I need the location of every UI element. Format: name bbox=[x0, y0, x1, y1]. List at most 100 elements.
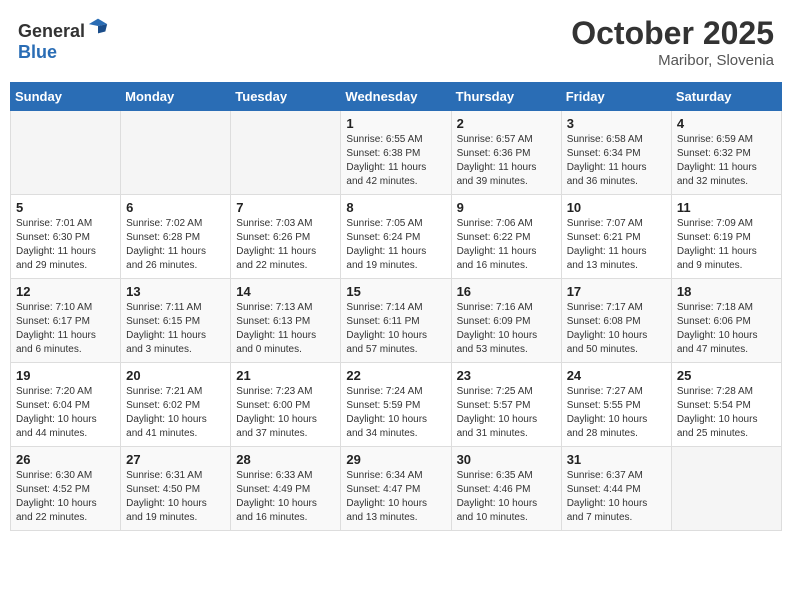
day-number: 20 bbox=[126, 368, 225, 383]
weekday-header-wednesday: Wednesday bbox=[341, 83, 451, 111]
week-row-2: 5 Sunrise: 7:01 AM Sunset: 6:30 PM Daylig… bbox=[11, 195, 782, 279]
day-info: Sunrise: 6:34 AM Sunset: 4:47 PM Dayligh… bbox=[346, 469, 445, 525]
day-number: 3 bbox=[567, 116, 666, 131]
week-row-5: 26Sunrise: 6:30 AM Sunset: 4:52 PM Dayli… bbox=[11, 447, 782, 531]
logo-general: General bbox=[18, 21, 85, 41]
day-info: Sunrise: 6:35 AM Sunset: 4:46 PM Dayligh… bbox=[457, 469, 556, 525]
day-info: Sunrise: 6:37 AM Sunset: 4:44 PM Dayligh… bbox=[567, 469, 666, 525]
day-number: 14 bbox=[236, 284, 335, 299]
day-number: 2 bbox=[457, 116, 556, 131]
week-row-3: 12 Sunrise: 7:10 AM Sunset: 6:17 PM Dayli… bbox=[11, 279, 782, 363]
day-info: Sunrise: 6:31 AM Sunset: 4:50 PM Dayligh… bbox=[126, 469, 225, 525]
month-title: October 2025 bbox=[571, 15, 774, 52]
day-info: Sunrise: 7:02 AM Sunset: 6:28 PM Dayligh… bbox=[126, 217, 225, 273]
day-info: Sunrise: 7:27 AM Sunset: 5:55 PM Dayligh… bbox=[567, 385, 666, 441]
calendar-cell: 24 Sunrise: 7:27 AM Sunset: 5:55 PM Dayli… bbox=[561, 363, 671, 447]
calendar-cell: 22Sunrise: 7:24 AM Sunset: 5:59 PM Dayli… bbox=[341, 363, 451, 447]
day-number: 25 bbox=[677, 368, 776, 383]
calendar-cell: 15 Sunrise: 7:14 AM Sunset: 6:11 PM Dayli… bbox=[341, 279, 451, 363]
calendar-cell bbox=[671, 447, 781, 531]
day-number: 4 bbox=[677, 116, 776, 131]
day-number: 26 bbox=[16, 452, 115, 467]
calendar-cell: 27Sunrise: 6:31 AM Sunset: 4:50 PM Dayli… bbox=[121, 447, 231, 531]
day-info: Sunrise: 6:58 AM Sunset: 6:34 PM Dayligh… bbox=[567, 133, 666, 189]
day-number: 5 bbox=[16, 200, 115, 215]
calendar-cell: 7 Sunrise: 7:03 AM Sunset: 6:26 PM Daylig… bbox=[231, 195, 341, 279]
calendar-cell: 25 Sunrise: 7:28 AM Sunset: 5:54 PM Dayli… bbox=[671, 363, 781, 447]
day-info: Sunrise: 7:03 AM Sunset: 6:26 PM Dayligh… bbox=[236, 217, 335, 273]
day-info: Sunrise: 7:14 AM Sunset: 6:11 PM Dayligh… bbox=[346, 301, 445, 357]
calendar-cell: 1Sunrise: 6:55 AM Sunset: 6:38 PM Daylig… bbox=[341, 111, 451, 195]
location-title: Maribor, Slovenia bbox=[571, 52, 774, 69]
day-number: 23 bbox=[457, 368, 556, 383]
calendar-cell: 17 Sunrise: 7:17 AM Sunset: 6:08 PM Dayli… bbox=[561, 279, 671, 363]
day-info: Sunrise: 7:06 AM Sunset: 6:22 PM Dayligh… bbox=[457, 217, 556, 273]
day-number: 7 bbox=[236, 200, 335, 215]
calendar-cell: 10Sunrise: 7:07 AM Sunset: 6:21 PM Dayli… bbox=[561, 195, 671, 279]
calendar-cell: 5 Sunrise: 7:01 AM Sunset: 6:30 PM Daylig… bbox=[11, 195, 121, 279]
day-info: Sunrise: 7:01 AM Sunset: 6:30 PM Dayligh… bbox=[16, 217, 115, 273]
day-info: Sunrise: 7:20 AM Sunset: 6:04 PM Dayligh… bbox=[16, 385, 115, 441]
calendar-cell: 14 Sunrise: 7:13 AM Sunset: 6:13 PM Dayli… bbox=[231, 279, 341, 363]
day-number: 12 bbox=[16, 284, 115, 299]
calendar-cell: 20Sunrise: 7:21 AM Sunset: 6:02 PM Dayli… bbox=[121, 363, 231, 447]
day-info: Sunrise: 6:33 AM Sunset: 4:49 PM Dayligh… bbox=[236, 469, 335, 525]
logo: General Blue bbox=[18, 15, 109, 63]
day-number: 29 bbox=[346, 452, 445, 467]
day-info: Sunrise: 6:55 AM Sunset: 6:38 PM Dayligh… bbox=[346, 133, 445, 189]
calendar-cell: 12 Sunrise: 7:10 AM Sunset: 6:17 PM Dayli… bbox=[11, 279, 121, 363]
day-info: Sunrise: 7:05 AM Sunset: 6:24 PM Dayligh… bbox=[346, 217, 445, 273]
day-number: 18 bbox=[677, 284, 776, 299]
weekday-header-tuesday: Tuesday bbox=[231, 83, 341, 111]
calendar-cell: 31 Sunrise: 6:37 AM Sunset: 4:44 PM Dayli… bbox=[561, 447, 671, 531]
day-number: 17 bbox=[567, 284, 666, 299]
day-info: Sunrise: 7:10 AM Sunset: 6:17 PM Dayligh… bbox=[16, 301, 115, 357]
day-info: Sunrise: 7:11 AM Sunset: 6:15 PM Dayligh… bbox=[126, 301, 225, 357]
day-number: 21 bbox=[236, 368, 335, 383]
calendar-cell: 6 Sunrise: 7:02 AM Sunset: 6:28 PM Daylig… bbox=[121, 195, 231, 279]
day-info: Sunrise: 7:18 AM Sunset: 6:06 PM Dayligh… bbox=[677, 301, 776, 357]
calendar-cell: 16Sunrise: 7:16 AM Sunset: 6:09 PM Dayli… bbox=[451, 279, 561, 363]
week-row-1: 1Sunrise: 6:55 AM Sunset: 6:38 PM Daylig… bbox=[11, 111, 782, 195]
weekday-header-friday: Friday bbox=[561, 83, 671, 111]
day-number: 10 bbox=[567, 200, 666, 215]
day-number: 31 bbox=[567, 452, 666, 467]
day-number: 15 bbox=[346, 284, 445, 299]
calendar-cell: 21Sunrise: 7:23 AM Sunset: 6:00 PM Dayli… bbox=[231, 363, 341, 447]
logo-blue: Blue bbox=[18, 42, 57, 62]
day-number: 28 bbox=[236, 452, 335, 467]
logo-bird-icon bbox=[87, 15, 109, 37]
calendar-table: SundayMondayTuesdayWednesdayThursdayFrid… bbox=[10, 82, 782, 531]
calendar-cell bbox=[121, 111, 231, 195]
page-header: General Blue October 2025 Maribor, Slove… bbox=[10, 10, 782, 74]
calendar-cell bbox=[231, 111, 341, 195]
calendar-cell bbox=[11, 111, 121, 195]
calendar-cell: 23Sunrise: 7:25 AM Sunset: 5:57 PM Dayli… bbox=[451, 363, 561, 447]
day-info: Sunrise: 7:16 AM Sunset: 6:09 PM Dayligh… bbox=[457, 301, 556, 357]
day-number: 9 bbox=[457, 200, 556, 215]
day-info: Sunrise: 7:28 AM Sunset: 5:54 PM Dayligh… bbox=[677, 385, 776, 441]
calendar-cell: 4 Sunrise: 6:59 AM Sunset: 6:32 PM Daylig… bbox=[671, 111, 781, 195]
calendar-cell: 28 Sunrise: 6:33 AM Sunset: 4:49 PM Dayli… bbox=[231, 447, 341, 531]
weekday-header-row: SundayMondayTuesdayWednesdayThursdayFrid… bbox=[11, 83, 782, 111]
day-info: Sunrise: 7:13 AM Sunset: 6:13 PM Dayligh… bbox=[236, 301, 335, 357]
weekday-header-saturday: Saturday bbox=[671, 83, 781, 111]
day-number: 11 bbox=[677, 200, 776, 215]
day-number: 8 bbox=[346, 200, 445, 215]
day-number: 19 bbox=[16, 368, 115, 383]
day-info: Sunrise: 7:17 AM Sunset: 6:08 PM Dayligh… bbox=[567, 301, 666, 357]
day-info: Sunrise: 7:09 AM Sunset: 6:19 PM Dayligh… bbox=[677, 217, 776, 273]
day-info: Sunrise: 6:59 AM Sunset: 6:32 PM Dayligh… bbox=[677, 133, 776, 189]
calendar-cell: 18 Sunrise: 7:18 AM Sunset: 6:06 PM Dayli… bbox=[671, 279, 781, 363]
day-number: 24 bbox=[567, 368, 666, 383]
weekday-header-thursday: Thursday bbox=[451, 83, 561, 111]
weekday-header-monday: Monday bbox=[121, 83, 231, 111]
calendar-cell: 8 Sunrise: 7:05 AM Sunset: 6:24 PM Daylig… bbox=[341, 195, 451, 279]
weekday-header-sunday: Sunday bbox=[11, 83, 121, 111]
week-row-4: 19 Sunrise: 7:20 AM Sunset: 6:04 PM Dayli… bbox=[11, 363, 782, 447]
day-number: 30 bbox=[457, 452, 556, 467]
day-info: Sunrise: 6:57 AM Sunset: 6:36 PM Dayligh… bbox=[457, 133, 556, 189]
calendar-cell: 2 Sunrise: 6:57 AM Sunset: 6:36 PM Daylig… bbox=[451, 111, 561, 195]
day-number: 13 bbox=[126, 284, 225, 299]
day-number: 6 bbox=[126, 200, 225, 215]
